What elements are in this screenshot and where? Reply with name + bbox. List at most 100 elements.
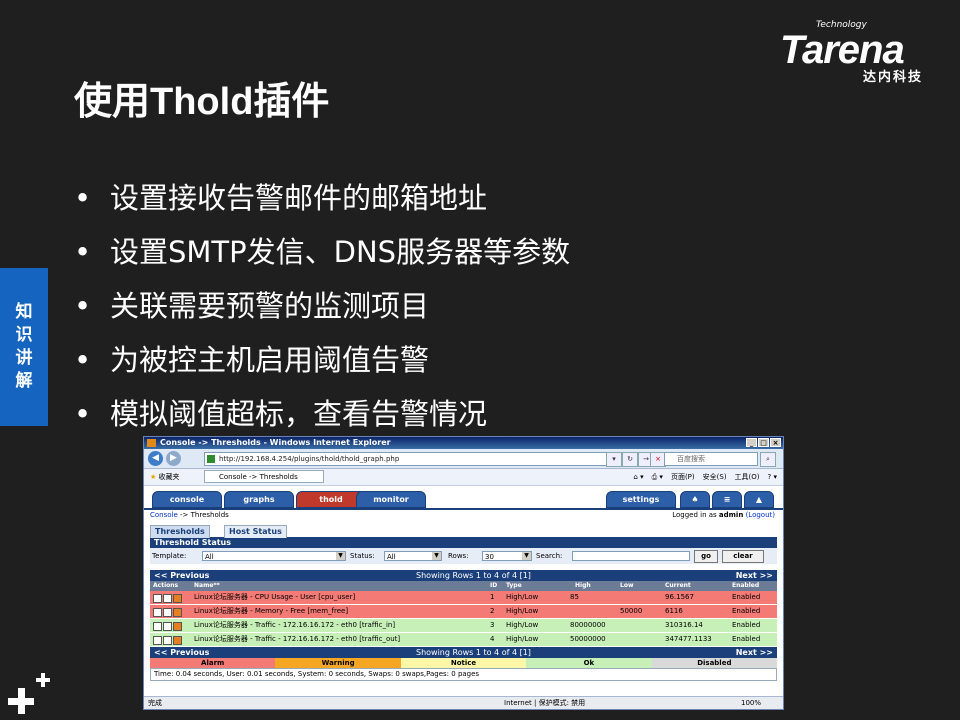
previous-link[interactable]: << Previous [154,647,209,658]
rows-label: Rows: [448,552,469,560]
browser-tab[interactable]: Console -> Thresholds [204,470,324,483]
star-icon: ★ [150,473,157,481]
address-text: http://192.168.4.254/plugins/thold/thold… [219,455,400,463]
bullet-text: 设置接收告警邮件的邮箱地址 [110,181,488,215]
bullet-list: • 设置接收告警邮件的邮箱地址 • 设置SMTP发信、DNS服务器等参数 • 关联需要… [74,176,570,446]
col-id[interactable]: ID [490,581,497,591]
search-field[interactable] [572,551,690,561]
breadcrumb: Console -> Thresholds Logged in as admin… [144,510,783,521]
edit-icon[interactable] [153,594,162,603]
clear-button[interactable]: clear [722,550,764,563]
print-icon[interactable]: ⎙ ▾ [652,469,663,485]
cell-name[interactable]: Linux论坛服务器 - CPU Usage - User [cpu_user] [194,591,355,604]
zoom-level[interactable]: 100% [741,697,761,709]
tab-graphs[interactable]: graphs [224,491,294,508]
graph-icon[interactable] [173,608,182,617]
template-value: All [205,553,214,561]
row-actions [153,622,182,631]
favorites-button[interactable]: ★ 收藏夹 [150,469,180,485]
close-button[interactable]: × [770,438,781,447]
address-input[interactable]: http://192.168.4.254/plugins/thold/thold… [204,452,615,466]
col-current[interactable]: Current [665,581,691,591]
graph-icon[interactable] [173,636,182,645]
side-tab-char: 知 [15,302,33,322]
breadcrumb-rest: -> Thresholds [177,511,229,519]
login-user: admin [718,511,744,519]
cell-type: High/Low [506,635,539,643]
maximize-button[interactable]: □ [758,438,769,447]
refresh-icon[interactable]: ↻ [622,452,638,467]
graph-icon[interactable] [173,622,182,631]
rows-select[interactable]: 30 ▼ [482,551,532,561]
next-link[interactable]: Next >> [736,570,773,581]
col-actions: Actions [153,582,179,589]
cell-name[interactable]: Linux论坛服务器 - Traffic - 172.16.16.172 - e… [194,633,400,646]
col-type[interactable]: Type [506,581,522,591]
tab-settings[interactable]: settings [606,491,676,508]
edit-icon[interactable] [153,636,162,645]
legend-item: Disabled [651,658,778,668]
ie-icon [147,439,156,447]
cell-high: 85 [570,593,579,601]
cell-id: 1 [490,593,495,601]
go-button[interactable]: go [694,550,718,563]
graph-icon[interactable] [173,594,182,603]
delete-icon[interactable] [163,594,172,603]
row-actions [153,608,182,617]
cell-enabled: Enabled [732,621,761,629]
safety-menu[interactable]: 安全(S) [703,469,727,485]
delete-icon[interactable] [163,608,172,617]
page-menu[interactable]: 页面(P) [671,469,695,485]
table-row: Linux论坛服务器 - Traffic - 172.16.16.172 - e… [150,633,777,647]
tab-monitor[interactable]: monitor [356,491,426,508]
tab-console[interactable]: console [152,491,222,508]
col-low[interactable]: Low [620,581,634,591]
col-name[interactable]: Name** [194,581,220,591]
home-icon[interactable]: ⌂ ▾ [633,469,643,485]
tools-menu[interactable]: 工具(O) [735,469,760,485]
pager-top: << Previous Showing Rows 1 to 4 of 4 [1]… [150,570,777,581]
bullet-text: 为被控主机启用阈值告警 [110,343,430,377]
delete-icon[interactable] [163,622,172,631]
login-status: Logged in as admin (Logout) [672,510,775,521]
template-select[interactable]: All ▼ [202,551,346,561]
bullet-item: • 为被控主机启用阈值告警 [74,343,430,377]
row-actions [153,594,182,603]
logout-link[interactable]: (Logout) [746,511,775,519]
address-bar-row: ◀ ▶ http://192.168.4.254/plugins/thold/t… [144,449,783,469]
forward-button[interactable]: ▶ [166,451,181,466]
cell-enabled: Enabled [732,635,761,643]
cell-name[interactable]: Linux论坛服务器 - Memory - Free [mem_free] [194,605,348,618]
next-link[interactable]: Next >> [736,647,773,658]
delete-icon[interactable] [163,636,172,645]
cell-type: High/Low [506,593,539,601]
col-high[interactable]: High [575,581,591,591]
col-enabled[interactable]: Enabled [732,581,759,591]
cell-current: 347477.1133 [665,635,712,643]
edit-icon[interactable] [153,622,162,631]
tree-view-icon[interactable]: ♠ [680,491,710,508]
search-icon[interactable]: ⌕ [760,452,776,467]
slide-title: 使用Thold插件 [74,81,330,123]
favorites-label: 收藏夹 [158,473,180,481]
template-label: Template: [152,552,187,560]
security-zone: Internet | 保护模式: 禁用 [504,699,586,707]
previous-link[interactable]: << Previous [154,570,209,581]
status-select[interactable]: All ▼ [384,551,442,561]
minimize-button[interactable]: _ [746,438,757,447]
list-view-icon[interactable]: ≡ [712,491,742,508]
back-button[interactable]: ◀ [148,451,163,466]
chevron-down-icon: ▼ [432,552,441,560]
cell-name[interactable]: Linux论坛服务器 - Traffic - 172.16.16.172 - e… [194,619,395,632]
edit-icon[interactable] [153,608,162,617]
search-input[interactable]: 百度搜索 [664,452,758,466]
help-icon[interactable]: ? ▾ [768,469,777,485]
subtab-host-status[interactable]: Host Status [224,525,287,538]
browser-status-bar: 完成 Internet | 保护模式: 禁用 100% [144,696,783,709]
bullet-item: • 设置接收告警邮件的邮箱地址 [74,181,488,215]
dropdown-button[interactable]: ▾ [606,452,622,467]
breadcrumb-console-link[interactable]: Console [150,511,178,519]
preview-view-icon[interactable]: ▲ [744,491,774,508]
subtab-thresholds[interactable]: Thresholds [150,525,210,538]
chevron-down-icon: ▼ [522,552,531,560]
